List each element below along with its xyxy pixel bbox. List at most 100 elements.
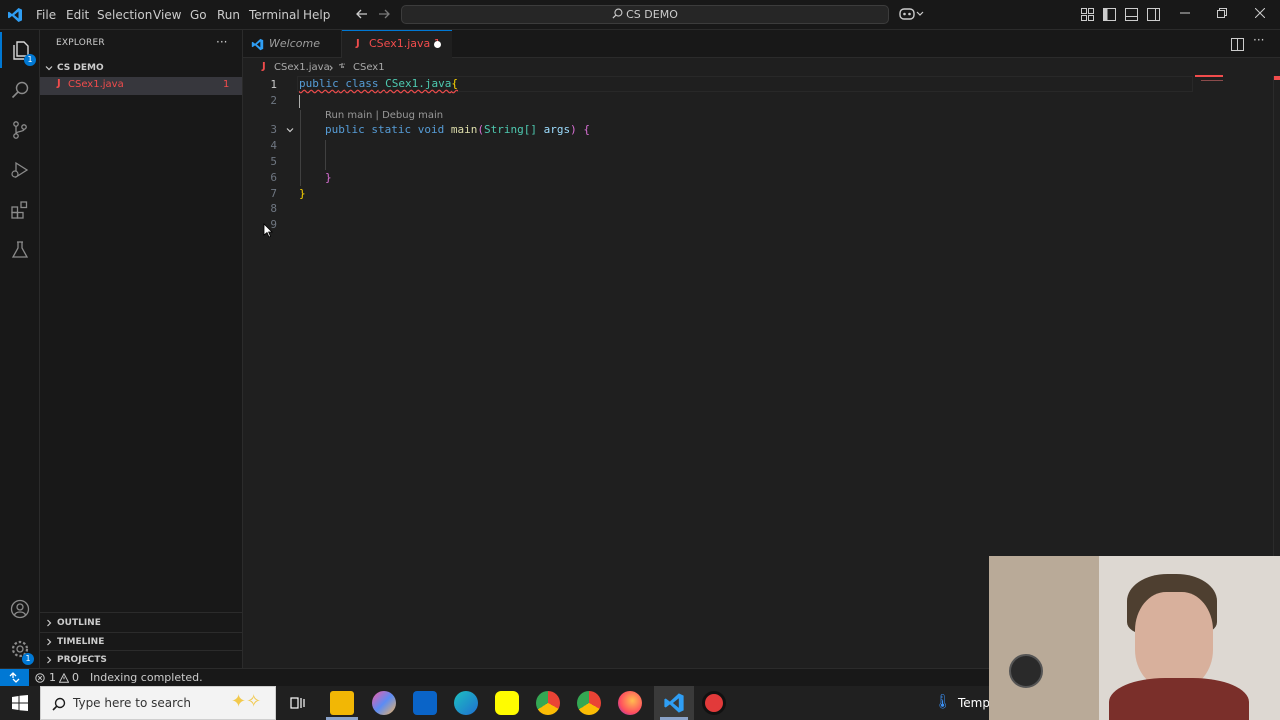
- code-line-3[interactable]: public static void main(String[] args) {: [325, 123, 590, 136]
- command-center-search[interactable]: CS DEMO: [401, 5, 889, 24]
- indent-guide: [325, 140, 326, 170]
- minimize-icon[interactable]: [1165, 0, 1205, 30]
- editor-tabs: Welcome J CSex1.java 1 ···: [243, 30, 1280, 59]
- vscode-logo-icon: [664, 693, 684, 713]
- error-count: 1: [49, 671, 56, 684]
- toggle-secondary-sidebar-icon[interactable]: [1147, 8, 1160, 24]
- minimap-line: [1201, 80, 1223, 81]
- toggle-panel-icon[interactable]: [1125, 8, 1138, 24]
- taskbar-search-box[interactable]: Type here to search ✦✧: [40, 686, 276, 720]
- close-window-icon[interactable]: [1240, 0, 1280, 30]
- keyword: void: [417, 123, 445, 136]
- warning-icon: [59, 673, 69, 683]
- weather-icon[interactable]: 🌡: [934, 694, 952, 710]
- warning-count: 0: [72, 671, 79, 684]
- chevron-right-icon: [329, 65, 333, 71]
- chrome-profile-icon[interactable]: [577, 691, 601, 715]
- search-placeholder: Type here to search: [73, 696, 191, 710]
- file-item-csex1[interactable]: J CSex1.java 1: [40, 77, 242, 95]
- forward-arrow-icon[interactable]: [377, 7, 391, 24]
- timeline-label: TIMELINE: [57, 637, 105, 647]
- java-file-icon: J: [262, 61, 266, 72]
- codelens-run-debug[interactable]: Run main | Debug main: [325, 110, 443, 121]
- menu-selection[interactable]: Selection: [97, 0, 152, 30]
- extensions-icon[interactable]: [0, 192, 40, 228]
- webcam-door: [989, 556, 1099, 720]
- class-name: CSex1.java: [385, 77, 452, 90]
- edge-icon[interactable]: [454, 691, 478, 715]
- menu-terminal[interactable]: Terminal: [249, 0, 300, 30]
- remote-indicator-icon[interactable]: [0, 669, 29, 686]
- split-editor-icon[interactable]: [1231, 38, 1244, 54]
- line-number: 7: [270, 187, 277, 200]
- breadcrumb-file[interactable]: CSex1.java: [274, 62, 330, 73]
- account-icon[interactable]: [0, 591, 40, 627]
- run-debug-icon[interactable]: [0, 152, 40, 188]
- chevron-down-icon: [45, 66, 53, 71]
- outlook-icon[interactable]: [413, 691, 437, 715]
- restore-icon[interactable]: [1202, 0, 1242, 30]
- toggle-primary-sidebar-icon[interactable]: [1103, 8, 1116, 24]
- line-number: 1: [270, 78, 277, 91]
- line-number: 2: [270, 94, 277, 107]
- scrollbar-error-marker: [1274, 76, 1280, 80]
- vscode-logo-icon: [251, 38, 264, 51]
- file-explorer-icon[interactable]: [330, 691, 354, 715]
- unsaved-dot-icon[interactable]: [434, 41, 441, 48]
- task-view-icon[interactable]: [290, 695, 306, 714]
- code-line-7[interactable]: }: [299, 187, 306, 200]
- brace: {: [583, 123, 590, 136]
- copilot-app-icon[interactable]: [372, 691, 396, 715]
- windows-start-icon[interactable]: [0, 686, 40, 720]
- folder-name: CS DEMO: [57, 63, 104, 73]
- chevron-right-icon: [47, 656, 52, 664]
- status-message: Indexing completed.: [90, 671, 203, 684]
- java-file-icon: J: [57, 78, 61, 89]
- projects-section[interactable]: PROJECTS: [40, 650, 242, 669]
- more-actions-icon[interactable]: ···: [216, 35, 227, 49]
- code-line-6[interactable]: }: [325, 171, 332, 184]
- menu-edit[interactable]: Edit: [66, 0, 89, 30]
- paren: ): [570, 123, 577, 136]
- tab-csex1-java[interactable]: J CSex1.java 1: [342, 30, 452, 59]
- menu-go[interactable]: Go: [190, 0, 207, 30]
- keyword: class: [345, 77, 379, 90]
- breadcrumb: J CSex1.java ቴ CSex1: [243, 58, 1280, 78]
- breadcrumb-symbol[interactable]: CSex1: [353, 62, 385, 73]
- folder-cs-demo[interactable]: CS DEMO: [40, 59, 242, 77]
- customize-layout-icon[interactable]: [1081, 8, 1094, 24]
- minimap-error-marker: [1195, 75, 1223, 77]
- source-control-icon[interactable]: [0, 112, 40, 148]
- timeline-section[interactable]: TIMELINE: [40, 632, 242, 651]
- person-shirt: [1109, 678, 1249, 720]
- chrome-icon[interactable]: [536, 691, 560, 715]
- outline-section[interactable]: OUTLINE: [40, 614, 242, 632]
- code-line-1[interactable]: public class CSex1.java{: [299, 77, 458, 90]
- tab-label: CSex1.java 1: [369, 37, 441, 50]
- manage-gear-icon[interactable]: 1: [0, 631, 40, 667]
- testing-icon[interactable]: [0, 232, 40, 268]
- dartboard: [1009, 654, 1043, 688]
- explorer-icon[interactable]: 1: [0, 32, 40, 68]
- back-arrow-icon[interactable]: [355, 7, 369, 24]
- menu-file[interactable]: File: [36, 0, 56, 30]
- search-icon[interactable]: [0, 72, 40, 108]
- tab-welcome[interactable]: Welcome: [243, 30, 342, 58]
- copilot-icon[interactable]: [899, 6, 925, 25]
- vscode-taskbar-button[interactable]: [654, 686, 694, 720]
- snapchat-icon[interactable]: [495, 691, 519, 715]
- menu-run[interactable]: Run: [217, 0, 240, 30]
- class-symbol-icon: ቴ: [339, 61, 346, 71]
- keyword: public: [299, 77, 339, 90]
- explorer-badge: 1: [24, 54, 36, 66]
- fold-chevron-icon[interactable]: [285, 125, 295, 135]
- function-name: main: [450, 123, 478, 136]
- webcam-overlay: [989, 556, 1280, 720]
- line-number: 4: [270, 139, 277, 152]
- menu-help[interactable]: Help: [303, 0, 330, 30]
- firefox-icon[interactable]: [618, 691, 642, 715]
- menu-view[interactable]: View: [153, 0, 181, 30]
- recorder-icon[interactable]: [702, 691, 726, 715]
- editor-more-actions-icon[interactable]: ···: [1253, 33, 1264, 47]
- chevron-right-icon: [47, 619, 52, 627]
